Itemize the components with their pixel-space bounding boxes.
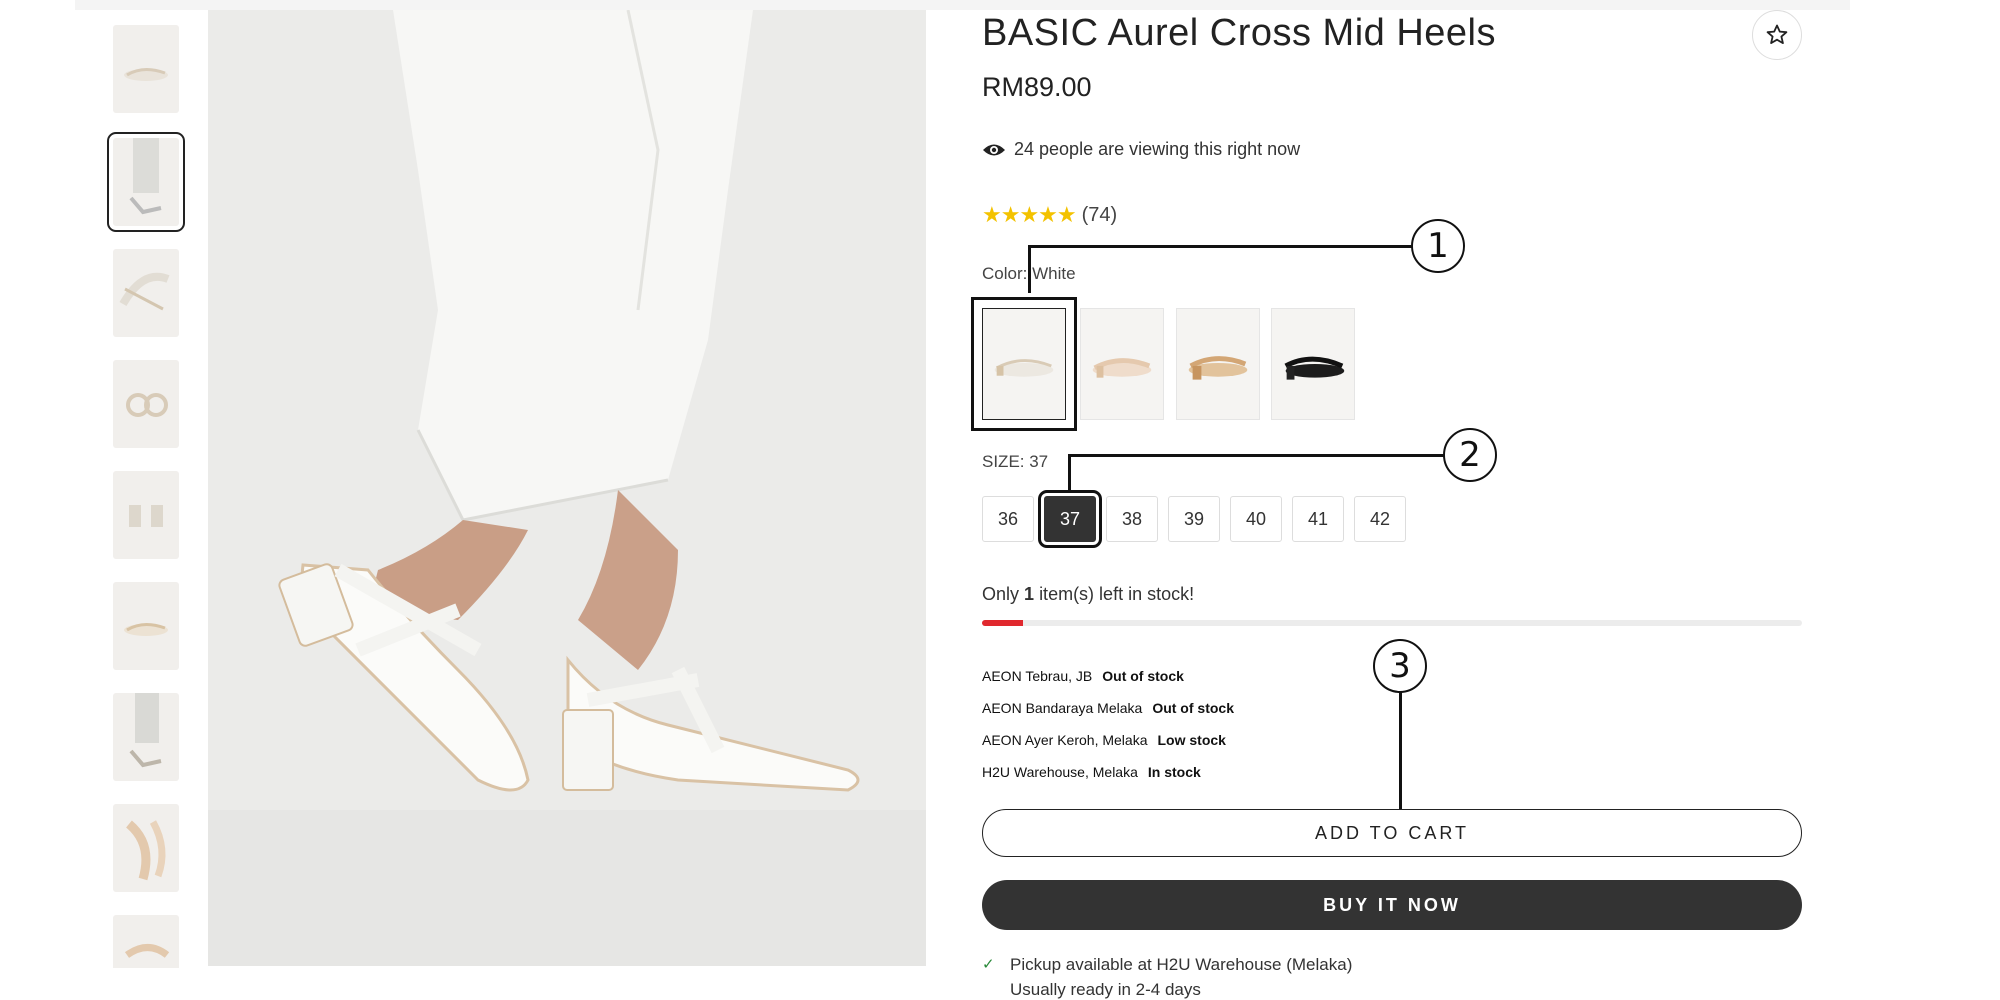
thumbnail-1[interactable] bbox=[113, 25, 179, 113]
wishlist-button[interactable] bbox=[1752, 10, 1802, 60]
size-option-41[interactable]: 41 bbox=[1292, 496, 1344, 542]
callout-2: 2 bbox=[1443, 428, 1497, 482]
store-name: H2U Warehouse, Melaka bbox=[982, 764, 1138, 780]
thumbnail-2[interactable] bbox=[107, 132, 185, 232]
size-option-39[interactable]: 39 bbox=[1168, 496, 1220, 542]
product-title: BASIC Aurel Cross Mid Heels bbox=[982, 12, 1496, 54]
size-option-37[interactable]: 37 bbox=[1038, 490, 1102, 548]
callout-2-leader bbox=[1068, 454, 1071, 490]
color-swatch-nude[interactable] bbox=[1080, 308, 1164, 420]
pickup-info: ✓ Pickup available at H2U Warehouse (Mel… bbox=[982, 952, 1352, 1000]
add-to-cart-button[interactable]: ADD TO CART bbox=[982, 809, 1802, 857]
size-label: SIZE: 37 bbox=[982, 452, 1049, 471]
size-option-42[interactable]: 42 bbox=[1354, 496, 1406, 542]
product-price: RM89.00 bbox=[982, 72, 1092, 102]
stock-progress-fill bbox=[982, 620, 1023, 626]
size-option-40[interactable]: 40 bbox=[1230, 496, 1282, 542]
store-row: H2U Warehouse, Melaka In stock bbox=[982, 756, 1234, 788]
thumbnail-5[interactable] bbox=[113, 471, 179, 559]
stock-count: 1 bbox=[1024, 584, 1035, 604]
buy-it-now-button[interactable]: BUY IT NOW bbox=[982, 880, 1802, 930]
pickup-line-2: Usually ready in 2-4 days bbox=[1010, 980, 1201, 999]
store-availability-list: AEON Tebrau, JB Out of stock AEON Bandar… bbox=[982, 660, 1234, 788]
thumbnail-8[interactable] bbox=[113, 804, 179, 892]
store-name: AEON Ayer Keroh, Melaka bbox=[982, 732, 1148, 748]
store-name: AEON Tebrau, JB bbox=[982, 668, 1093, 684]
rating[interactable]: ★★★★★ (74) bbox=[982, 202, 1117, 228]
check-icon: ✓ bbox=[982, 956, 995, 973]
stock-prefix: Only bbox=[982, 584, 1020, 604]
color-swatch-white[interactable] bbox=[971, 297, 1077, 431]
store-status: Out of stock bbox=[1152, 700, 1234, 716]
stock-suffix: item(s) left in stock! bbox=[1039, 584, 1195, 604]
store-row: AEON Ayer Keroh, Melaka Low stock bbox=[982, 724, 1234, 756]
viewers-notice: 24 people are viewing this right now bbox=[982, 139, 1300, 160]
thumbnail-4[interactable] bbox=[113, 360, 179, 448]
top-divider bbox=[75, 0, 1850, 10]
callout-2-leader bbox=[1068, 454, 1444, 457]
pickup-line-1: Pickup available at H2U Warehouse (Melak… bbox=[1010, 955, 1353, 974]
store-status: In stock bbox=[1147, 764, 1201, 780]
rating-stars: ★★★★★ bbox=[982, 202, 1077, 227]
thumbnail-7[interactable] bbox=[113, 693, 179, 781]
rating-count[interactable]: (74) bbox=[1082, 204, 1118, 227]
store-name: AEON Bandaraya Melaka bbox=[982, 700, 1143, 716]
stock-progress-bar bbox=[982, 620, 1802, 626]
thumbnail-9[interactable] bbox=[113, 915, 179, 968]
thumbnail-strip[interactable] bbox=[105, 20, 185, 968]
callout-1-leader bbox=[1028, 245, 1412, 248]
main-product-image[interactable] bbox=[208, 10, 926, 966]
callout-1-leader bbox=[1028, 245, 1031, 293]
callout-3: 3 bbox=[1373, 639, 1427, 693]
store-row: AEON Bandaraya Melaka Out of stock bbox=[982, 692, 1234, 724]
color-swatch-tan[interactable] bbox=[1176, 308, 1260, 420]
callout-3-leader bbox=[1399, 692, 1402, 809]
thumbnail-3[interactable] bbox=[113, 249, 179, 337]
color-swatch-black[interactable] bbox=[1271, 308, 1355, 420]
store-row: AEON Tebrau, JB Out of stock bbox=[982, 660, 1234, 692]
size-option-36[interactable]: 36 bbox=[982, 496, 1034, 542]
eye-icon bbox=[983, 144, 1005, 155]
callout-1: 1 bbox=[1411, 219, 1465, 273]
size-option-38[interactable]: 38 bbox=[1106, 496, 1158, 542]
stock-message: Only 1 item(s) left in stock! bbox=[982, 584, 1194, 605]
viewers-text: 24 people are viewing this right now bbox=[1014, 139, 1301, 159]
star-outline-icon bbox=[1766, 24, 1788, 44]
store-status: Low stock bbox=[1157, 732, 1226, 748]
store-status: Out of stock bbox=[1102, 668, 1184, 684]
thumbnail-6[interactable] bbox=[113, 582, 179, 670]
